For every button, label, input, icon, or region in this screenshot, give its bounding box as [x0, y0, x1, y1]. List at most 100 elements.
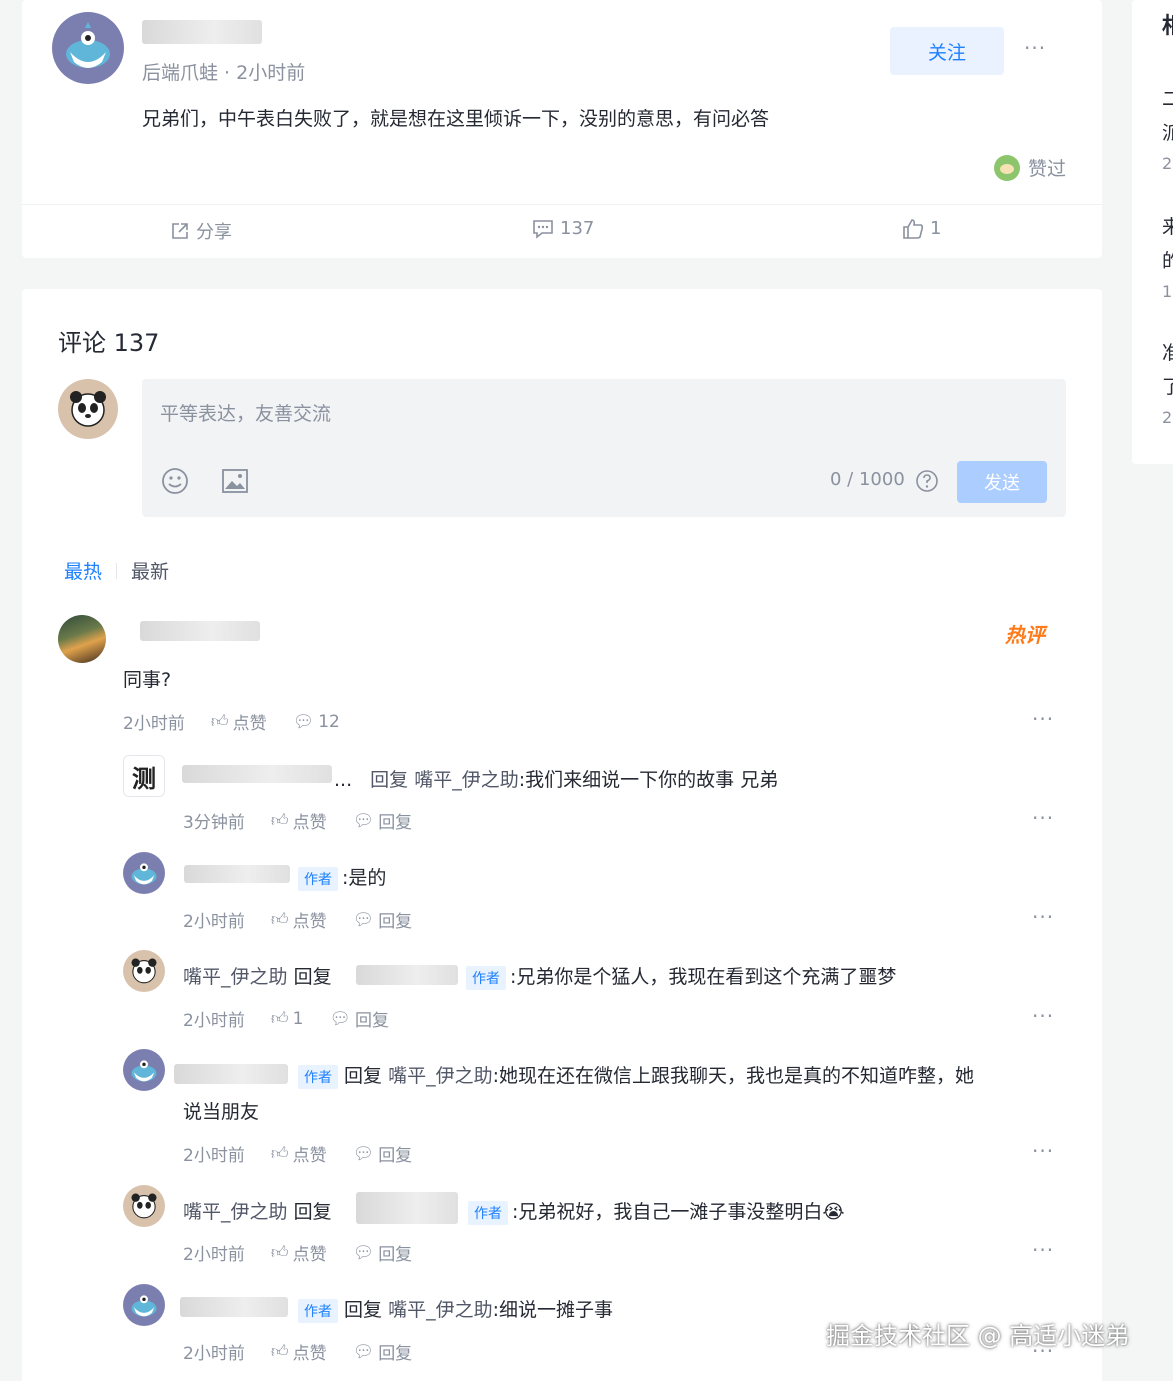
follow-button[interactable]: 关注: [890, 27, 1004, 75]
comment-icon: 💬︎: [329, 1008, 352, 1029]
post-more-button[interactable]: ···: [1024, 36, 1046, 60]
current-user-avatar[interactable]: [58, 379, 118, 439]
reply-like-button[interactable]: 👍︎ 点赞: [271, 1240, 327, 1265]
reply-author-name[interactable]: 嘴平_伊之助: [183, 966, 288, 988]
reply-time: 2小时前: [183, 1245, 245, 1265]
tab-newest[interactable]: 最新: [131, 557, 169, 584]
reply-name-blurred[interactable]: [174, 1064, 288, 1084]
reply-content: 作者 回复 嘴平_伊之助:她现在还在微信上跟我聊天，我也是真的不知道咋整，她: [298, 1061, 974, 1089]
reply-more-button[interactable]: ···: [1032, 1339, 1054, 1363]
sidebar-item-stat: 2: [1162, 154, 1173, 173]
comment-icon: [533, 219, 553, 239]
reply-more-button[interactable]: ···: [1032, 1139, 1054, 1163]
reply-like-button[interactable]: 👍︎ 点赞: [271, 1141, 327, 1166]
reply-content: 嘴平_伊之助 回复: [183, 962, 332, 989]
reply-button[interactable]: 💬︎ 回复: [352, 907, 413, 933]
reply-target-blurred[interactable]: [356, 1192, 458, 1224]
share-button[interactable]: 分享: [170, 218, 232, 244]
reply-target[interactable]: 嘴平_伊之助: [388, 1299, 493, 1321]
reply-text: :她现在还在微信上跟我聊天，我也是真的不知道咋整，她: [492, 1065, 975, 1087]
post-divider: [22, 204, 1102, 205]
reply-word: 回复: [293, 1201, 332, 1223]
reply-like-button[interactable]: 👍︎ 1: [271, 1008, 304, 1030]
reply-target-blurred[interactable]: [356, 965, 458, 985]
reply-more-button[interactable]: ···: [1032, 1004, 1054, 1028]
reply-name-blurred[interactable]: [182, 765, 332, 783]
sidebar-item-line[interactable]: 派: [1162, 118, 1173, 145]
reply-button[interactable]: 💬︎ 回复: [352, 808, 413, 834]
top-comment-meta: 2小时前 👍︎ 点赞 💬︎ 12: [123, 709, 340, 735]
reply-author-name[interactable]: 嘴平_伊之助: [183, 1201, 288, 1223]
reply-meta: 2小时前 👍︎ 点赞 💬︎ 回复: [183, 1240, 413, 1266]
comment-count-button[interactable]: 137: [532, 218, 594, 239]
comment-reply-count[interactable]: 💬︎ 12: [293, 712, 340, 732]
like-label: 点赞: [292, 1146, 327, 1166]
reply-label: 回复: [378, 912, 413, 932]
reply-time: 2小时前: [183, 912, 245, 932]
reply-more-button[interactable]: ···: [1032, 806, 1054, 830]
thumbs-up-icon: [903, 218, 924, 239]
comment-more-button[interactable]: ···: [1032, 707, 1054, 731]
comment-time: 2小时前: [123, 714, 185, 734]
sidebar-heading: 相: [1162, 8, 1173, 40]
reply-avatar[interactable]: [123, 1049, 165, 1091]
reply-avatar[interactable]: [123, 950, 165, 992]
sidebar-item-line[interactable]: 的: [1162, 246, 1173, 273]
tab-hottest[interactable]: 最热: [64, 557, 102, 584]
comment-editor[interactable]: 平等表达，友善交流 0 / 1000 发送: [142, 379, 1066, 517]
reply-target[interactable]: 嘴平_伊之助: [388, 1065, 493, 1087]
send-button[interactable]: 发送: [957, 461, 1047, 503]
top-comment-text: 同事?: [123, 669, 172, 691]
sidebar-item-stat: 2: [1162, 408, 1173, 427]
post-card: 后端爪蛙 · 2小时前 关注 ··· 兄弟们，中午表白失败了，就是想在这里倾诉一…: [22, 0, 1102, 258]
author-name-blurred[interactable]: [142, 20, 262, 44]
like-button[interactable]: 1: [902, 218, 941, 239]
thumbs-up-icon: 👍︎: [270, 1144, 289, 1164]
char-counter: 0 / 1000: [830, 469, 905, 490]
liked-indicator[interactable]: 赞过: [994, 154, 1066, 181]
reply-text: :我们来细说一下你的故事 兄弟: [518, 769, 779, 791]
reply-button[interactable]: 💬︎ 回复: [352, 1339, 413, 1365]
comment-icon: 💬︎: [352, 1341, 375, 1362]
image-icon[interactable]: [220, 466, 250, 496]
reply-avatar[interactable]: [123, 1284, 165, 1326]
like-count: 1: [292, 1008, 304, 1029]
reply-like-button[interactable]: 👍︎ 点赞: [271, 1339, 327, 1364]
reply-name-blurred[interactable]: [180, 1297, 288, 1317]
like-label: 点赞: [292, 813, 327, 833]
reply-word: 回复: [293, 966, 332, 988]
sidebar-item-line[interactable]: 准: [1162, 338, 1173, 365]
comment-like-button[interactable]: 👍︎ 点赞: [211, 709, 267, 734]
panda-icon: [70, 391, 106, 427]
reply-avatar[interactable]: 测: [123, 755, 165, 797]
monster-icon: [131, 1060, 157, 1082]
reply-like-button[interactable]: 👍︎ 点赞: [271, 907, 327, 932]
help-icon[interactable]: [915, 469, 939, 493]
reply-button[interactable]: 💬︎ 回复: [353, 1240, 413, 1266]
reply-button[interactable]: 💬︎ 回复: [329, 1006, 389, 1032]
reply-word: 回复: [370, 769, 409, 791]
sidebar-item-line[interactable]: 了: [1162, 372, 1173, 399]
reply-content-tail: 作者:兄弟祝好，我自己一滩子事没整明白😭: [468, 1197, 845, 1225]
sidebar-item-line[interactable]: 来: [1162, 212, 1173, 239]
reply-target[interactable]: 嘴平_伊之助: [414, 769, 519, 791]
author-avatar[interactable]: [52, 12, 124, 84]
sidebar-item-line[interactable]: 二: [1162, 84, 1173, 111]
reply-name-blurred[interactable]: [184, 865, 290, 883]
comment-icon: 💬︎: [352, 810, 375, 831]
reply-like-button[interactable]: 👍︎ 点赞: [271, 808, 327, 833]
reply-more-button[interactable]: ···: [1032, 905, 1054, 929]
reply-avatar[interactable]: [123, 852, 165, 894]
emoji-icon[interactable]: [160, 466, 190, 496]
author-tag: 作者: [466, 965, 506, 990]
reply-button[interactable]: 💬︎ 回复: [353, 1141, 413, 1167]
reply-avatar[interactable]: [123, 1185, 165, 1227]
post-content: 兄弟们，中午表白失败了，就是想在这里倾诉一下，没别的意思，有问必答: [142, 108, 770, 130]
comment-icon: 💬︎: [352, 909, 375, 930]
commenter-name-blurred[interactable]: [140, 621, 260, 641]
commenter-avatar[interactable]: [58, 615, 106, 663]
comment-input-placeholder[interactable]: 平等表达，友善交流: [160, 399, 331, 426]
reply-more-button[interactable]: ···: [1032, 1238, 1054, 1262]
thumbs-up-icon: 👍︎: [270, 1243, 289, 1263]
reply-label: 回复: [378, 1245, 413, 1265]
